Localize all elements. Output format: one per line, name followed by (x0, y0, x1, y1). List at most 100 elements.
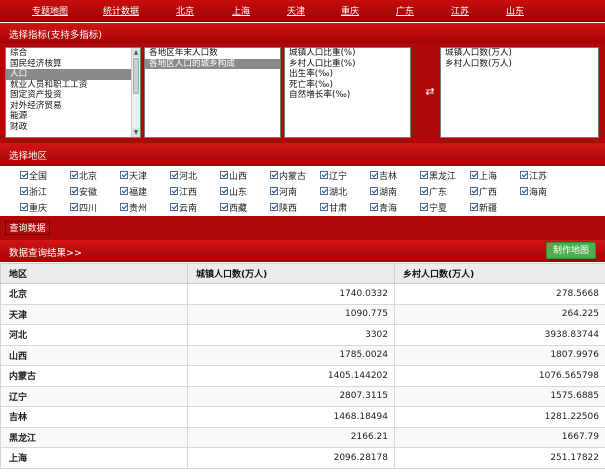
checkbox-checked-icon[interactable] (520, 171, 528, 179)
checkbox-checked-icon[interactable] (370, 187, 378, 195)
category-listbox-scrollbar[interactable]: ▲ ▼ (131, 48, 140, 137)
region-checkbox-item[interactable]: 安徽 (70, 184, 97, 198)
checkbox-checked-icon[interactable] (520, 187, 528, 195)
checkbox-checked-icon[interactable] (20, 171, 28, 179)
category-option[interactable]: 能源 (6, 111, 140, 122)
region-checkbox-item[interactable]: 甘肃 (320, 200, 347, 214)
checkbox-checked-icon[interactable] (320, 187, 328, 195)
nav-link-statistics[interactable]: 统计数据 (103, 4, 139, 17)
checkbox-checked-icon[interactable] (220, 171, 228, 179)
nav-link-shandong[interactable]: 山东 (506, 4, 524, 17)
checkbox-checked-icon[interactable] (420, 187, 428, 195)
region-checkbox-item[interactable]: 新疆 (470, 200, 497, 214)
table-option[interactable]: 各地区年末人口数 (145, 48, 280, 59)
checkbox-checked-icon[interactable] (170, 187, 178, 195)
checkbox-checked-icon[interactable] (270, 187, 278, 195)
nav-link-jiangsu[interactable]: 江苏 (451, 4, 469, 17)
region-checkbox-item[interactable]: 山西 (220, 168, 247, 182)
selected-indicator-listbox[interactable]: 城镇人口数(万人) 乡村人口数(万人) (440, 47, 599, 138)
checkbox-checked-icon[interactable] (220, 187, 228, 195)
indicator-option[interactable]: 城镇人口比重(%) (285, 48, 410, 59)
checkbox-checked-icon[interactable] (470, 171, 478, 179)
region-checkbox-item[interactable]: 吉林 (370, 168, 397, 182)
region-checkbox-item[interactable]: 北京 (70, 168, 97, 182)
checkbox-checked-icon[interactable] (420, 171, 428, 179)
checkbox-checked-icon[interactable] (70, 187, 78, 195)
indicator-option[interactable]: 自然增长率(‰) (285, 90, 410, 101)
checkbox-checked-icon[interactable] (120, 187, 128, 195)
region-checkbox-item[interactable]: 广东 (420, 184, 447, 198)
region-checkbox-item[interactable]: 湖南 (370, 184, 397, 198)
region-checkbox-item[interactable]: 西藏 (220, 200, 247, 214)
region-checkbox-item[interactable]: 重庆 (20, 200, 47, 214)
region-checkbox-item[interactable]: 内蒙古 (270, 168, 306, 182)
checkbox-checked-icon[interactable] (270, 203, 278, 211)
category-option[interactable]: 财政 (6, 122, 140, 133)
category-option[interactable]: 国民经济核算 (6, 59, 140, 70)
region-checkbox-item[interactable]: 云南 (170, 200, 197, 214)
region-checkbox-item[interactable]: 广西 (470, 184, 497, 198)
indicator-listbox[interactable]: 城镇人口比重(%) 乡村人口比重(%) 出生率(‰) 死亡率(‰) 自然增长率(‰) (284, 47, 411, 138)
checkbox-checked-icon[interactable] (220, 203, 228, 211)
checkbox-checked-icon[interactable] (420, 203, 428, 211)
region-checkbox-item[interactable]: 辽宁 (320, 168, 347, 182)
category-option[interactable]: 就业人员和职工工资 (6, 80, 140, 91)
scroll-down-icon[interactable]: ▼ (132, 128, 140, 137)
checkbox-checked-icon[interactable] (120, 171, 128, 179)
region-checkbox-item[interactable]: 山东 (220, 184, 247, 198)
checkbox-checked-icon[interactable] (70, 171, 78, 179)
selected-indicator-option[interactable]: 城镇人口数(万人) (441, 48, 598, 59)
query-data-button[interactable]: 查询数据 (5, 221, 50, 235)
region-checkbox-item[interactable]: 湖北 (320, 184, 347, 198)
region-checkbox-item[interactable]: 四川 (70, 200, 97, 214)
checkbox-checked-icon[interactable] (470, 203, 478, 211)
indicator-option[interactable]: 死亡率(‰) (285, 80, 410, 91)
region-checkbox-item[interactable]: 青海 (370, 200, 397, 214)
scrollbar-thumb[interactable] (133, 58, 139, 94)
swap-arrows-icon[interactable]: ⇄ (423, 86, 437, 98)
checkbox-checked-icon[interactable] (320, 203, 328, 211)
selected-indicator-option[interactable]: 乡村人口数(万人) (441, 59, 598, 70)
checkbox-checked-icon[interactable] (170, 203, 178, 211)
table-option[interactable]: 各地区人口的城乡构成 (145, 58, 280, 69)
region-checkbox-item[interactable]: 福建 (120, 184, 147, 198)
region-checkbox-item[interactable]: 全国 (20, 168, 47, 182)
checkbox-checked-icon[interactable] (470, 187, 478, 195)
region-checkbox-item[interactable]: 海南 (520, 184, 547, 198)
checkbox-checked-icon[interactable] (270, 171, 278, 179)
nav-link-shanghai[interactable]: 上海 (232, 4, 250, 17)
region-checkbox-item[interactable]: 上海 (470, 168, 497, 182)
category-listbox[interactable]: ▲ ▼ 综合 国民经济核算 人口 就业人员和职工工资 固定资产投资 对外经济贸易 能源 财政 (5, 47, 141, 138)
nav-link-chongqing[interactable]: 重庆 (341, 4, 359, 17)
nav-link-guangdong[interactable]: 广东 (396, 4, 414, 17)
region-checkbox-item[interactable]: 贵州 (120, 200, 147, 214)
region-checkbox-item[interactable]: 河北 (170, 168, 197, 182)
indicator-option[interactable]: 乡村人口比重(%) (285, 59, 410, 70)
category-option[interactable]: 对外经济贸易 (6, 101, 140, 112)
region-checkbox-item[interactable]: 浙江 (20, 184, 47, 198)
region-checkbox-item[interactable]: 宁夏 (420, 200, 447, 214)
nav-link-special-map[interactable]: 专题地图 (32, 4, 68, 17)
region-checkbox-item[interactable]: 江西 (170, 184, 197, 198)
checkbox-checked-icon[interactable] (370, 203, 378, 211)
nav-link-tianjin[interactable]: 天津 (287, 4, 305, 17)
scroll-up-icon[interactable]: ▲ (132, 48, 140, 57)
checkbox-checked-icon[interactable] (20, 203, 28, 211)
category-option[interactable]: 人口 (6, 69, 140, 80)
nav-link-beijing[interactable]: 北京 (176, 4, 194, 17)
category-option[interactable]: 综合 (6, 48, 140, 59)
indicator-option[interactable]: 出生率(‰) (285, 69, 410, 80)
checkbox-checked-icon[interactable] (370, 171, 378, 179)
make-map-button[interactable]: 制作地图 (546, 242, 596, 259)
checkbox-checked-icon[interactable] (170, 171, 178, 179)
checkbox-checked-icon[interactable] (70, 203, 78, 211)
region-checkbox-item[interactable]: 江苏 (520, 168, 547, 182)
checkbox-checked-icon[interactable] (120, 203, 128, 211)
region-checkbox-item[interactable]: 河南 (270, 184, 297, 198)
region-checkbox-item[interactable]: 黑龙江 (420, 168, 456, 182)
category-option[interactable]: 固定资产投资 (6, 90, 140, 101)
checkbox-checked-icon[interactable] (20, 187, 28, 195)
region-checkbox-item[interactable]: 陕西 (270, 200, 297, 214)
region-checkbox-item[interactable]: 天津 (120, 168, 147, 182)
checkbox-checked-icon[interactable] (320, 171, 328, 179)
